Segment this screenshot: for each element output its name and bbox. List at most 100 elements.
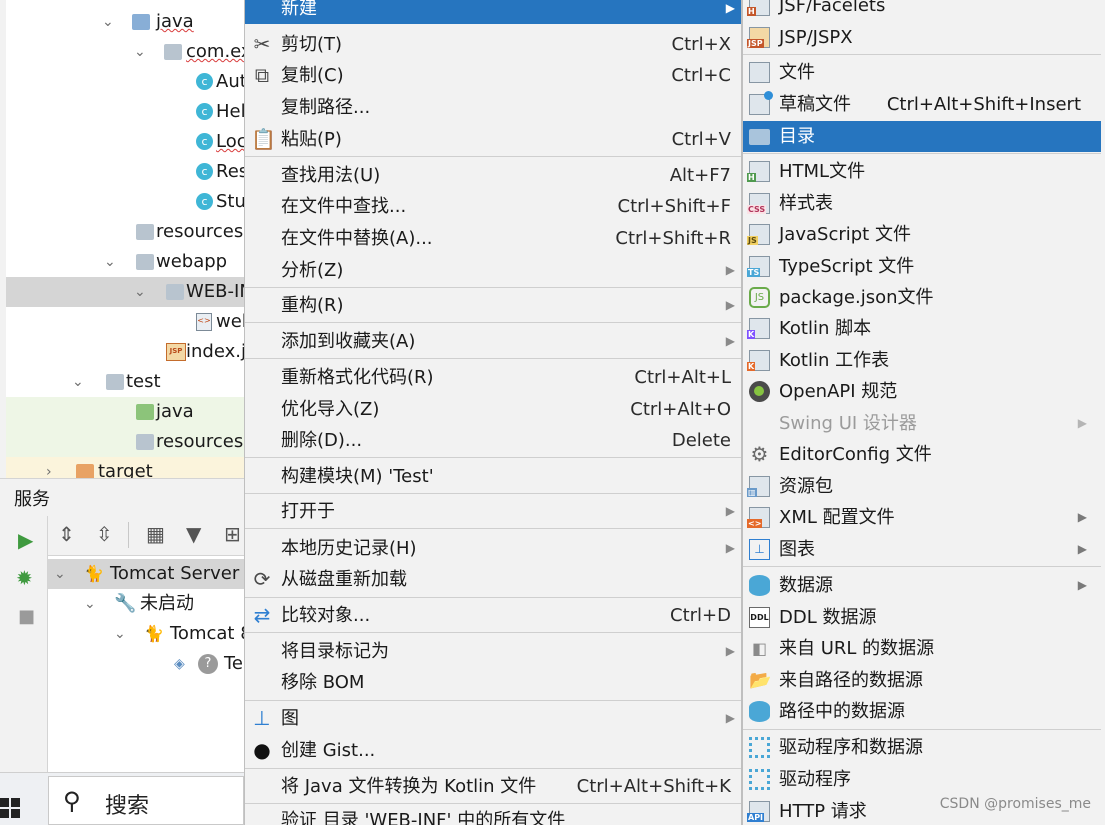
new-item-javascript-file[interactable]: JS JavaScript 文件 [743, 219, 1101, 250]
tree-row-web-xml[interactable]: <> wel [6, 307, 244, 337]
new-item-jsp-jspx[interactable]: JSP JSP/JSPX [743, 22, 1101, 53]
chevron-down-icon[interactable]: ⌄ [102, 7, 114, 37]
new-item-data-source[interactable]: 数据源 ▶ [743, 570, 1101, 601]
menu-item-delete[interactable]: 删除(D)... Delete [245, 425, 741, 456]
tree-row-web-inf-selected[interactable]: ⌄ WEB-IN [6, 277, 244, 307]
menu-item-local-history[interactable]: 本地历史记录(H) ▶ [245, 533, 741, 564]
services-row-tomcat-server[interactable]: ⌄ 🐈 Tomcat Server [48, 559, 244, 589]
menu-item-open-in[interactable]: 打开于 ▶ [245, 496, 741, 527]
menu-separator [245, 287, 741, 288]
new-item-directory[interactable]: 目录 [743, 121, 1101, 152]
chevron-down-icon[interactable]: ⌄ [104, 247, 116, 277]
new-item-kotlin-script[interactable]: K Kotlin 脚本 [743, 313, 1101, 344]
menu-item-new[interactable]: 新建 ▶ [245, 0, 741, 24]
menu-item-label: 打开于 [281, 501, 335, 522]
menu-item-replace-in-files[interactable]: 在文件中替换(A)... Ctrl+Shift+R [245, 223, 741, 254]
class-icon: c [196, 133, 213, 150]
tree-row-target[interactable]: › target [6, 457, 244, 478]
menu-item-refactor[interactable]: 重构(R) ▶ [245, 290, 741, 321]
services-row-tomcat8[interactable]: ⌄ 🐈 Tomcat 8 [48, 619, 252, 649]
chevron-down-icon[interactable]: ⌄ [72, 367, 84, 397]
tree-row-test-resources[interactable]: resources [6, 427, 244, 457]
new-item-openapi-spec[interactable]: OpenAPI 规范 [743, 376, 1101, 407]
collapse-all-icon[interactable]: ⇳ [96, 522, 113, 546]
tree-row-class[interactable]: c Res [6, 157, 244, 187]
tree-row-webapp[interactable]: ⌄ webapp [6, 247, 244, 277]
chevron-right-icon[interactable]: › [46, 457, 52, 478]
new-item-file[interactable]: 文件 [743, 57, 1101, 88]
menu-item-reload-from-disk[interactable]: ⟳ 从磁盘重新加载 [245, 564, 741, 595]
new-item-typescript-file[interactable]: TS TypeScript 文件 [743, 251, 1101, 282]
taskbar-search-box[interactable]: ⚲ 搜索 [48, 776, 244, 825]
menu-item-paste[interactable]: 📋 粘贴(P) Ctrl+V [245, 124, 741, 155]
new-item-driver-and-data-source[interactable]: 驱动程序和数据源 [743, 732, 1101, 763]
menu-item-analyze[interactable]: 分析(Z) ▶ [245, 255, 741, 286]
chevron-down-icon[interactable]: ⌄ [54, 559, 66, 589]
new-item-ddl-data-source[interactable]: DDL DDL 数据源 [743, 602, 1101, 633]
services-row-not-started[interactable]: ⌄ 🔧 未启动 [48, 589, 244, 619]
menu-item-create-gist[interactable]: ● 创建 Gist... [245, 735, 741, 766]
menu-item-cut[interactable]: ✂ 剪切(T) Ctrl+X [245, 29, 741, 60]
tree-row-class[interactable]: c Aut [6, 67, 244, 97]
menu-separator [245, 322, 741, 323]
filter-icon[interactable]: ▼ [186, 522, 201, 546]
menu-item-find-in-files[interactable]: 在文件中查找... Ctrl+Shift+F [245, 191, 741, 222]
menu-item-reformat-code[interactable]: 重新格式化代码(R) Ctrl+Alt+L [245, 362, 741, 393]
windows-start-icon[interactable] [0, 798, 20, 818]
new-item-data-source-in-path[interactable]: 路径中的数据源 [743, 696, 1101, 727]
menu-item-mark-directory-as[interactable]: 将目录标记为 ▶ [245, 636, 741, 667]
menu-item-build-module[interactable]: 构建模块(M) 'Test' [245, 461, 741, 492]
tree-row-class[interactable]: c Loc [6, 127, 244, 157]
group-by-icon[interactable]: ▦ [146, 522, 165, 546]
new-item-html-file[interactable]: H HTML文件 [743, 156, 1101, 187]
stop-icon[interactable]: ■ [18, 606, 35, 627]
new-item-resource-bundle[interactable]: ▥ 资源包 [743, 471, 1101, 502]
chevron-down-icon[interactable]: ⌄ [84, 589, 96, 619]
expand-all-icon[interactable]: ⇕ [58, 522, 75, 546]
new-item-package-json[interactable]: JS package.json文件 [743, 282, 1101, 313]
jsf-file-icon: H [747, 0, 770, 16]
tree-label: Tomcat Server [110, 563, 240, 584]
menu-item-diagrams[interactable]: ⊥ 图 ▶ [245, 703, 741, 734]
new-item-kotlin-worksheet[interactable]: K Kotlin 工作表 [743, 345, 1101, 376]
run-icon[interactable]: ▶ [18, 528, 33, 552]
tree-row-test-java[interactable]: java [6, 397, 244, 427]
tree-label: Loc [216, 131, 244, 152]
tree-row-java[interactable]: ⌄ java [6, 7, 244, 37]
new-item-editorconfig[interactable]: ⚙ EditorConfig 文件 [743, 439, 1101, 470]
chevron-down-icon[interactable]: ⌄ [114, 619, 126, 649]
tree-row-resources[interactable]: resources [6, 217, 244, 247]
tree-row-class[interactable]: c Hel [6, 97, 244, 127]
debug-icon[interactable]: ✹ [16, 566, 33, 590]
new-item-stylesheet[interactable]: CSS 样式表 [743, 188, 1101, 219]
tree-row-class[interactable]: c Stu [6, 187, 244, 217]
tree-row-package[interactable]: ⌄ com.ex [6, 37, 244, 67]
compare-icon: ⇄ [253, 603, 271, 627]
menu-item-add-to-favorites[interactable]: 添加到收藏夹(A) ▶ [245, 326, 741, 357]
new-item-swing-ui-designer[interactable]: Swing UI 设计器 ▶ [743, 408, 1101, 439]
services-action-bar: ▶ ✹ ■ [0, 516, 48, 772]
menu-item-find-usages[interactable]: 查找用法(U) Alt+F7 [245, 160, 741, 191]
menu-item-validate-all-files[interactable]: 验证 目录 'WEB-INF' 中的所有文件 [245, 805, 741, 825]
menu-item-copy[interactable]: ⧉ 复制(C) Ctrl+C [245, 60, 741, 91]
menu-item-label: Kotlin 工作表 [779, 350, 890, 371]
menu-item-copy-path[interactable]: 复制路径... [245, 92, 741, 123]
menu-item-compare-with[interactable]: ⇄ 比较对象... Ctrl+D [245, 600, 741, 631]
chevron-down-icon[interactable]: ⌄ [134, 37, 146, 67]
add-service-icon[interactable]: ⊞ [224, 522, 241, 546]
new-item-jsf-facelets[interactable]: H JSF/Facelets [743, 0, 1101, 21]
menu-item-convert-java-to-kotlin[interactable]: 将 Java 文件转换为 Kotlin 文件 Ctrl+Alt+Shift+K [245, 771, 741, 802]
menu-item-optimize-imports[interactable]: 优化导入(Z) Ctrl+Alt+O [245, 394, 741, 425]
url-icon: ◧ [751, 639, 768, 658]
new-item-driver[interactable]: 驱动程序 [743, 764, 1101, 795]
new-item-data-source-from-path[interactable]: 📂 来自路径的数据源 [743, 665, 1101, 696]
new-item-scratch-file[interactable]: 草稿文件 Ctrl+Alt+Shift+Insert [743, 89, 1101, 120]
menu-item-remove-bom[interactable]: 移除 BOM [245, 667, 741, 698]
tree-row-test[interactable]: ⌄ test [6, 367, 244, 397]
tree-row-index-jsp[interactable]: JSP index.j [6, 337, 244, 367]
new-item-diagram[interactable]: ⊥ 图表 ▶ [743, 534, 1101, 565]
services-row-artifact[interactable]: ◈ ? Te [48, 649, 244, 679]
new-item-xml-config[interactable]: <> XML 配置文件 ▶ [743, 502, 1101, 533]
chevron-down-icon[interactable]: ⌄ [134, 277, 146, 307]
new-item-data-source-from-url[interactable]: ◧ 来自 URL 的数据源 [743, 633, 1101, 664]
